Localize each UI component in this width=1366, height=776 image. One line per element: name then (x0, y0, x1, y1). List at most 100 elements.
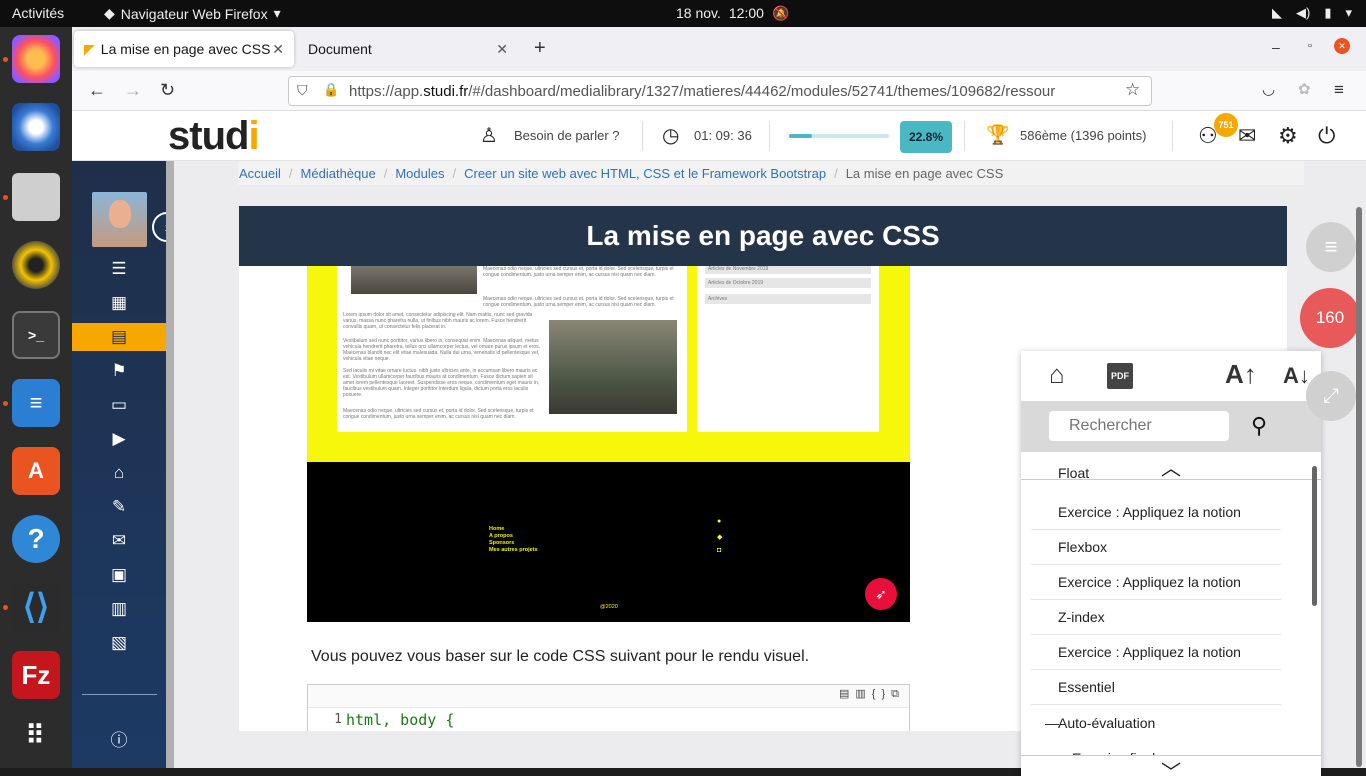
bookmark-star-icon[interactable]: ☆ (1125, 80, 1140, 100)
close-window-icon[interactable]: ✕ (1334, 38, 1350, 54)
toc-item[interactable]: Flexbox (1031, 530, 1281, 565)
remaining-counter[interactable]: 160 (1300, 288, 1360, 348)
software-center-icon[interactable]: A (12, 447, 60, 495)
running-indicator (3, 195, 8, 200)
breadcrumb-item[interactable]: Creer un site web avec HTML, CSS et le F… (464, 166, 826, 181)
writer-icon[interactable]: ≡ (12, 379, 60, 427)
clock[interactable]: 18 nov. 12:00 🔕 (676, 5, 789, 22)
font-increase-icon[interactable]: A↑ (1225, 359, 1257, 390)
scroll-down-chevron-icon[interactable]: ﹀ (1021, 755, 1321, 776)
filezilla-icon[interactable]: Fz (12, 651, 60, 699)
toc-item[interactable]: Exercice : Appliquez la notion (1031, 495, 1281, 530)
code-block: ▤▥{}⧉ 1 html, body { (307, 684, 910, 731)
mail-icon[interactable]: ✉ (72, 527, 166, 555)
files-icon[interactable] (12, 173, 60, 221)
divider (82, 694, 157, 695)
menu-icon[interactable]: ≡ (1334, 80, 1344, 100)
help-link[interactable]: Besoin de parler ? (514, 128, 620, 143)
url-domain: studi.fr (423, 82, 469, 100)
toc-item[interactable]: Exercice : Appliquez la notion (1031, 635, 1281, 670)
toc-item[interactable]: Essentiel (1031, 670, 1281, 705)
time-label: 12:00 (728, 5, 764, 21)
avatar[interactable] (92, 192, 147, 247)
toc-search-input[interactable] (1049, 411, 1229, 441)
extension-icon[interactable]: ✿ (1298, 80, 1311, 98)
document-edit-icon[interactable]: ✎ (72, 493, 166, 521)
breadcrumb-item[interactable]: Accueil (239, 166, 281, 181)
bookmark-icon[interactable]: ⚑ (72, 357, 166, 385)
toc-item[interactable]: Float (1031, 465, 1281, 481)
summary-list-icon[interactable]: ≡ (1306, 222, 1356, 272)
app-menu[interactable]: ◆ Navigateur Web Firefox ▾ (104, 5, 281, 22)
code-toolbar: ▤▥{}⧉ (839, 687, 905, 701)
firefox-icon[interactable] (12, 35, 60, 83)
support-agent-icon[interactable]: ♙ (480, 123, 498, 148)
lock-icon[interactable]: 🔒 (323, 82, 339, 98)
url-bar[interactable]: ⛉ 🔒 https://app. studi.fr/#/dashboard/med… (288, 76, 1152, 106)
activities-button[interactable]: Activités (12, 5, 64, 21)
collapse-minus-icon[interactable]: — (1045, 715, 1059, 731)
thunderbird-icon[interactable] (12, 103, 60, 151)
new-tab-icon[interactable]: + (534, 37, 546, 60)
system-tray[interactable]: ◣ ◀) ▮ ▾ (1272, 5, 1352, 21)
news-icon[interactable]: ☰ (72, 255, 166, 283)
help-circle-icon[interactable]: ⓘ (72, 724, 166, 752)
font-decrease-icon[interactable]: A↓ (1283, 363, 1310, 389)
minimize-icon[interactable]: – (1272, 39, 1280, 55)
home-icon[interactable]: ⌂ (1049, 359, 1065, 390)
back-icon[interactable]: ← (88, 80, 106, 101)
preview-photo (351, 266, 477, 294)
fullscreen-expand-icon[interactable]: ⤢ (1306, 371, 1356, 421)
rocket-icon: ➶ (865, 578, 897, 610)
list-document-icon[interactable]: ▧ (72, 629, 166, 657)
tab-active[interactable]: ◤ La mise en page avec CSS ✕ (74, 31, 294, 67)
view-source-icon[interactable]: ▤ (839, 688, 855, 700)
search-icon[interactable]: ⚲ (1251, 413, 1267, 439)
forward-icon[interactable]: → (124, 80, 142, 101)
toc-item[interactable]: Z-index (1031, 600, 1281, 635)
rhythmbox-icon[interactable] (12, 241, 60, 289)
page-scrollbar[interactable] (1356, 207, 1362, 767)
toc-item[interactable]: Exercice : Appliquez la notion (1031, 565, 1281, 600)
tab-document[interactable]: Document ✕ (298, 31, 518, 67)
library-book-icon[interactable]: ▤ (72, 323, 166, 351)
notification-badge: 751 (1214, 113, 1238, 137)
shield-icon[interactable]: ⛉ (297, 82, 308, 99)
print-icon[interactable]: ▥ (855, 688, 871, 700)
breadcrumb-item[interactable]: Modules (395, 166, 444, 181)
contacts-icon[interactable]: ▣ (72, 561, 166, 589)
pocket-icon[interactable]: ◡ (1262, 80, 1275, 98)
divider (769, 121, 770, 151)
graduation-icon[interactable]: ⌂ (72, 459, 166, 487)
copy-icon[interactable]: ⧉ (891, 688, 905, 700)
terminal-icon[interactable]: >_ (12, 311, 60, 359)
studi-logo[interactable]: studi (168, 114, 260, 159)
ranking-text[interactable]: 586ème (1396 points) (1020, 128, 1146, 143)
breadcrumb-current: La mise en page avec CSS (845, 165, 1004, 181)
briefcase-icon[interactable]: ▥ (72, 595, 166, 623)
mail-icon[interactable]: ✉ (1238, 123, 1256, 149)
show-apps-icon[interactable]: ⠿ (12, 711, 60, 759)
close-tab-icon[interactable]: ✕ (496, 41, 508, 58)
preview-paragraph: Maecenas odio neque, ultricies sed cursu… (343, 408, 534, 420)
toc-section-auto-evaluation[interactable]: — Auto-évaluation (1031, 705, 1281, 740)
reload-icon[interactable]: ↻ (160, 80, 175, 101)
code-icon[interactable]: {} (872, 688, 891, 700)
pdf-icon[interactable]: PDF (1107, 363, 1133, 389)
trophy-icon: 🏆 (986, 125, 1010, 146)
site-header: studi ♙ Besoin de parler ? ◷ 01: 09: 36 … (72, 111, 1366, 161)
volume-icon: ◀) (1295, 5, 1311, 20)
toc-scrollbar[interactable] (1312, 466, 1317, 606)
session-timer: 01: 09: 36 (694, 128, 752, 143)
video-play-icon[interactable]: ▶ (72, 425, 166, 453)
chat-icon[interactable]: ▭ (72, 391, 166, 419)
calendar-icon[interactable]: ▦ (72, 289, 166, 317)
help-icon[interactable]: ? (12, 515, 60, 563)
close-tab-icon[interactable]: ✕ (272, 41, 284, 58)
breadcrumb-item[interactable]: Médiathèque (301, 166, 376, 181)
maximize-icon[interactable]: ▫ (1308, 40, 1312, 52)
preview-archive-link: Articles de Novembre 2019 (705, 266, 871, 274)
vscode-icon[interactable]: ⟨⟩ (12, 583, 60, 631)
settings-gear-icon[interactable]: ⚙ (1278, 123, 1298, 149)
logout-power-icon[interactable]: ⏻ (1318, 123, 1335, 149)
